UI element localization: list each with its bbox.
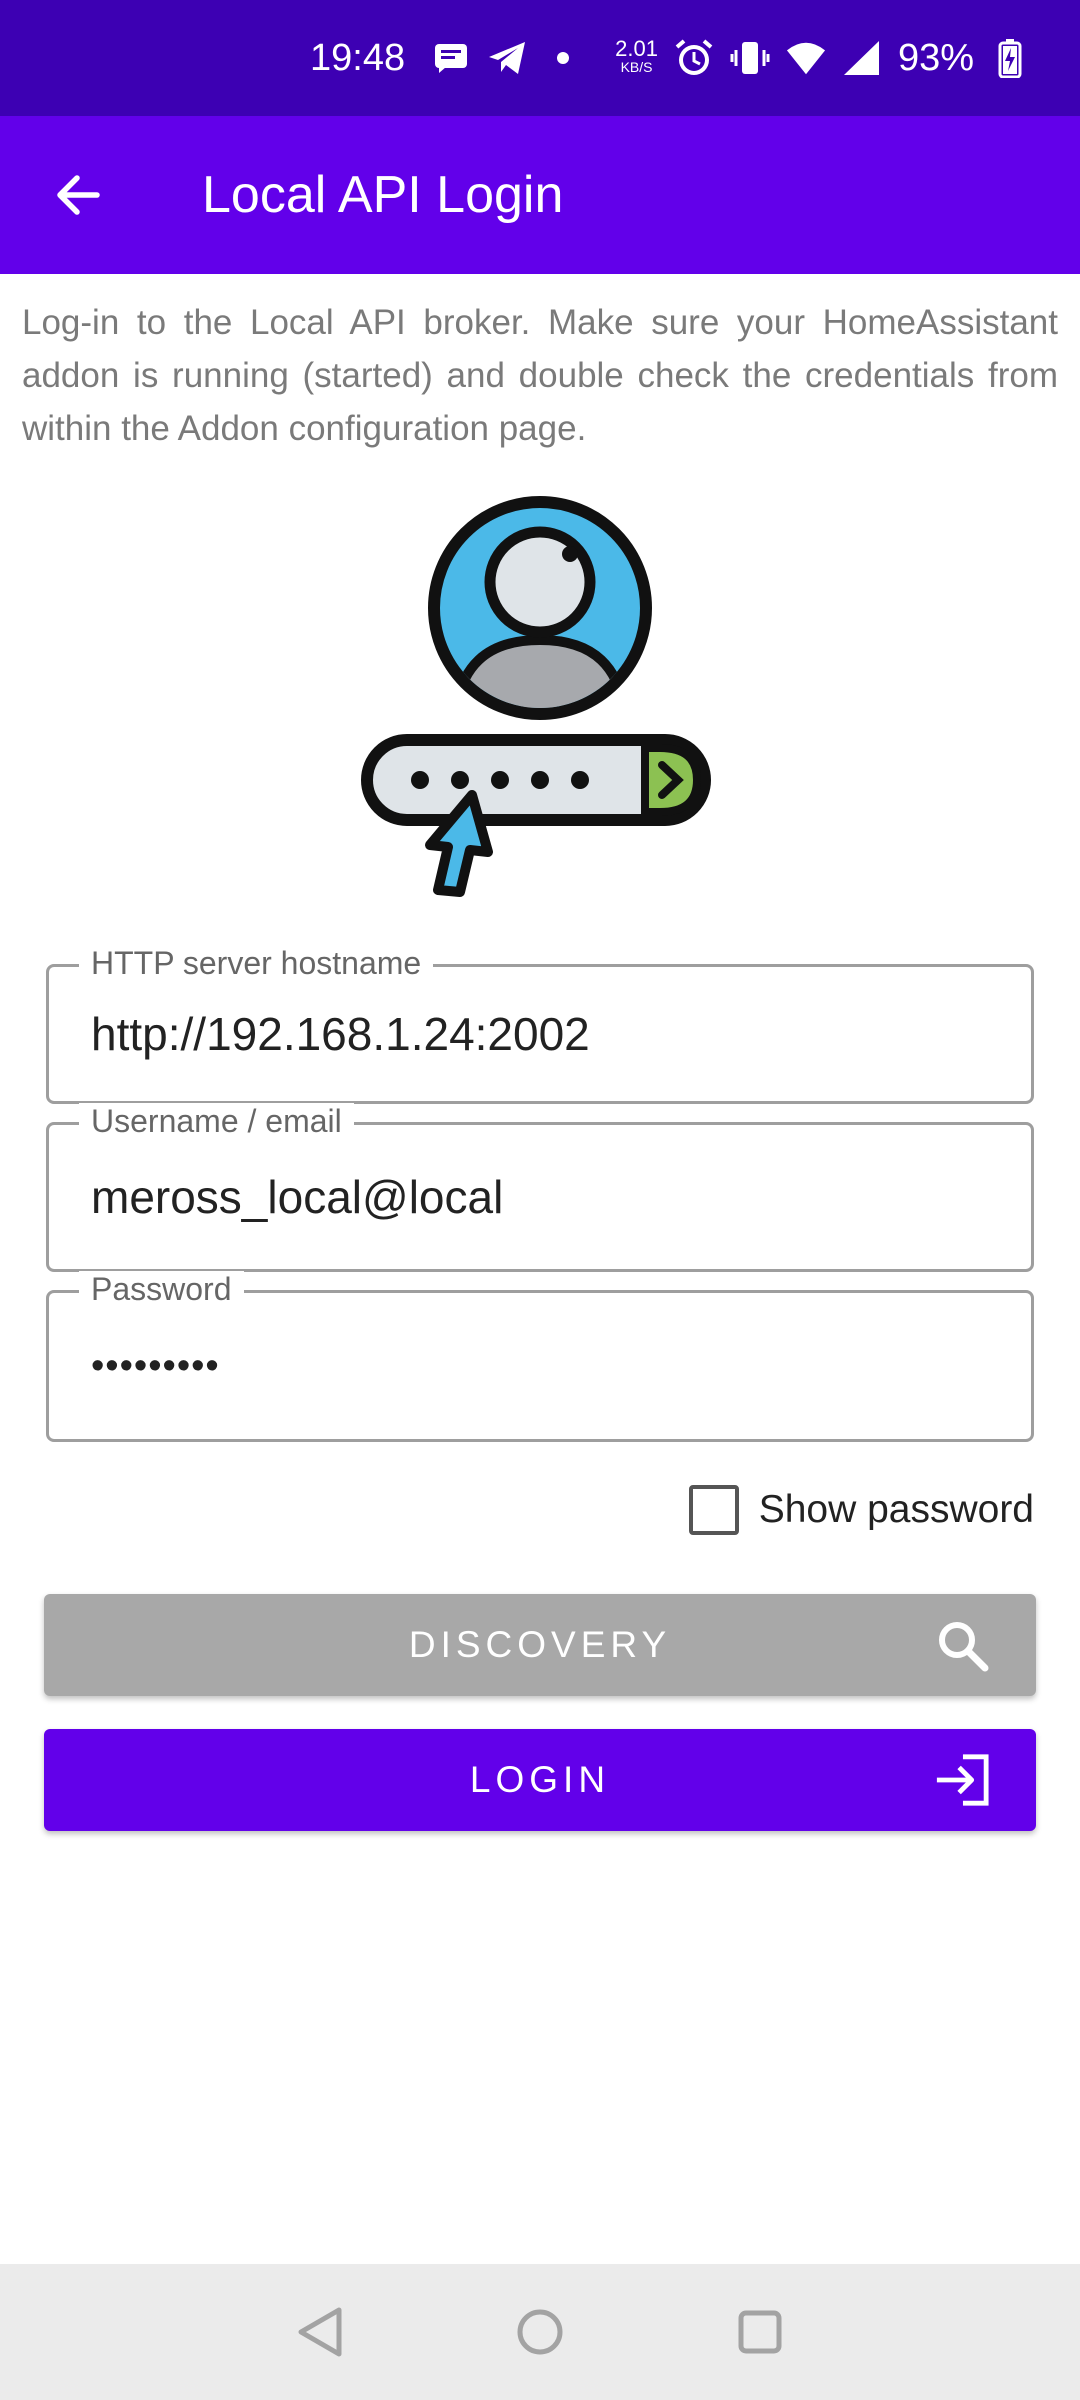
message-notification-icon (431, 38, 471, 78)
more-notifications-dot-icon (543, 38, 583, 78)
password-field[interactable]: Password ••••••••• (46, 1271, 1034, 1442)
hostname-field[interactable]: HTTP server hostname http://192.168.1.24… (46, 945, 1034, 1104)
square-recents-icon (738, 2310, 782, 2354)
username-input[interactable]: meross_local@local (91, 1125, 1011, 1269)
network-speed-unit: KB/S (620, 59, 653, 75)
battery-percentage: 93% (897, 36, 974, 79)
arrow-left-icon (57, 175, 100, 215)
nav-back-button[interactable] (285, 2297, 355, 2367)
network-speed-value: 2.01 (615, 36, 658, 61)
status-time: 19:48 (310, 36, 406, 79)
network-speed: 2.01 KB/S (615, 36, 658, 76)
alarm-icon (674, 38, 714, 78)
nav-home-button[interactable] (505, 2297, 575, 2367)
status-bar: 19:48 2.01 KB/S 93% (0, 0, 1080, 116)
show-password-label: Show password (758, 1488, 1034, 1531)
system-navigation-bar (0, 2264, 1080, 2400)
discovery-button-label: DISCOVERY (408, 1624, 672, 1665)
search-icon (934, 1617, 990, 1673)
wifi-icon (786, 38, 826, 78)
battery-charging-icon (990, 38, 1030, 78)
username-field[interactable]: Username / email meross_local@local (46, 1103, 1034, 1272)
cell-signal-icon (842, 38, 882, 78)
app-bar: Local API Login (0, 116, 1080, 274)
password-input[interactable]: ••••••••• (91, 1293, 1011, 1439)
discovery-button[interactable]: DISCOVERY (44, 1594, 1036, 1696)
login-button[interactable]: LOGIN (44, 1729, 1036, 1831)
circle-home-icon (517, 2309, 563, 2355)
nav-recents-button[interactable] (725, 2297, 795, 2367)
back-button[interactable] (28, 145, 128, 245)
telegram-notification-icon (487, 38, 527, 78)
triangle-back-icon (298, 2307, 342, 2357)
login-description: Log-in to the Local API broker. Make sur… (22, 303, 1058, 448)
show-password-checkbox[interactable] (688, 1485, 739, 1535)
hostname-input[interactable]: http://192.168.1.24:2002 (91, 967, 1011, 1101)
show-password-toggle[interactable]: Show password (688, 1480, 1034, 1540)
login-button-label: LOGIN (469, 1759, 611, 1800)
user-password-illustration (360, 490, 720, 910)
page-title: Local API Login (202, 166, 564, 224)
login-icon (934, 1752, 990, 1808)
vibrate-icon (730, 38, 770, 78)
